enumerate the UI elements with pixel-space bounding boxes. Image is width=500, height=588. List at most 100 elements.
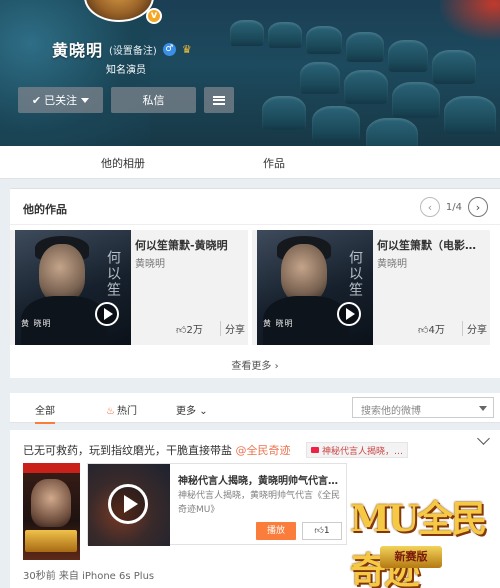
game-promo-logo[interactable]: MU全民奇迹 新赛版 — [340, 478, 500, 588]
filter-tab-hot-label: 热门 — [116, 406, 137, 417]
work-card[interactable]: 何以笙 黄 晓明 何以笙箫默-黄晓明 黄晓明 👍︎2万 分享 — [10, 230, 248, 345]
message-button-label: 私信 — [142, 94, 165, 107]
work-cover[interactable]: 何以笙 黄 晓明 — [257, 230, 373, 345]
post-source[interactable]: 30秒前 来自 iPhone 6s Plus — [23, 567, 154, 582]
work-cover[interactable]: 何以笙 黄 晓明 — [15, 230, 131, 345]
cover-text: 何以笙 — [347, 250, 363, 298]
profile-title: 知名演员 — [106, 65, 146, 76]
play-icon[interactable] — [108, 484, 148, 524]
thumbs-up-icon: 👍︎ — [314, 526, 324, 536]
profile-tabs: 他的相册 作品 — [0, 146, 500, 179]
profile-cover: v 黄晓明 (设置备注) ♂ ♛ 知名演员 ✔ 已关注 私信 — [0, 0, 500, 146]
more-menu-button[interactable] — [204, 87, 234, 113]
search-placeholder: 搜索他的微博 — [361, 406, 421, 417]
cover-text: 何以笙 — [105, 250, 121, 298]
chevron-right-icon: › — [475, 200, 481, 214]
thumbs-up-icon: 👍︎ — [418, 325, 429, 336]
play-icon[interactable] — [337, 302, 361, 326]
works-page-indicator: 1/4 — [445, 201, 462, 213]
video-like-count: 1 — [323, 526, 330, 536]
poster-figure — [31, 479, 71, 527]
play-icon[interactable] — [95, 302, 119, 326]
dropdown-arrow-icon[interactable] — [479, 406, 487, 411]
prev-page-button[interactable]: ‹ — [419, 197, 440, 217]
video-like-button[interactable]: 👍︎1 — [302, 522, 342, 540]
cover-seat — [344, 70, 388, 104]
profile-name: 黄晓明 — [52, 41, 104, 60]
cover-seat — [346, 32, 384, 62]
works-pager: ‹ 1/4 › — [419, 197, 488, 217]
video-topic-tag[interactable]: 神秘代言人揭晓，… — [306, 442, 409, 458]
cover-seat — [300, 62, 340, 94]
video-card-title[interactable]: 神秘代言人揭晓，黄晓明帅气代言… — [178, 472, 344, 487]
share-button[interactable]: 分享 — [220, 321, 245, 336]
work-author: 黄晓明 — [135, 259, 165, 270]
filter-tab-more-label: 更多 — [176, 406, 196, 417]
filter-tab-more[interactable]: 更多 ⌄ — [176, 402, 208, 417]
post-body: 已无可救药，玩到指纹磨光，干脆直接带盐 — [23, 444, 236, 457]
video-topic-label: 神秘代言人揭晓，… — [322, 446, 404, 457]
crown-icon[interactable]: ♛ — [182, 43, 192, 56]
video-thumbnail[interactable] — [88, 464, 170, 546]
promo-title: MU全民奇迹 — [350, 498, 487, 588]
like-button[interactable]: 👍︎4万 — [418, 321, 445, 336]
play-button[interactable]: 播放 — [256, 522, 296, 540]
weibo-search-input[interactable]: 搜索他的微博 — [352, 397, 494, 418]
fire-icon: ♨ — [106, 406, 115, 417]
filter-tab-all[interactable]: 全部 — [35, 402, 55, 424]
chevron-down-icon: ⌄ — [199, 406, 208, 417]
cover-seat — [262, 96, 306, 130]
work-title[interactable]: 何以笙箫默-黄晓明 — [135, 237, 245, 253]
like-button[interactable]: 👍︎2万 — [176, 321, 203, 336]
set-remark-link[interactable]: (设置备注) — [109, 42, 157, 57]
video-card[interactable]: 神秘代言人揭晓，黄晓明帅气代言… 神秘代言人揭晓，黄晓明帅气代言《全民奇迹MU》… — [87, 463, 347, 546]
mention-link[interactable]: @全民奇迹 — [236, 444, 291, 457]
tab-album[interactable]: 他的相册 — [101, 155, 145, 171]
male-icon: ♂ — [162, 42, 176, 56]
profile-name-row: 黄晓明 (设置备注) ♂ ♛ — [52, 37, 192, 61]
cover-seat — [230, 20, 264, 46]
promo-badge: 新赛版 — [380, 546, 442, 568]
cover-seat — [306, 26, 342, 54]
works-title: 他的作品 — [23, 203, 67, 216]
profile-actions: ✔ 已关注 私信 — [18, 87, 234, 113]
video-card-desc: 神秘代言人揭晓，黄晓明帅气代言《全民奇迹MU》 — [178, 491, 341, 515]
chevron-down-icon — [81, 97, 90, 103]
tab-works[interactable]: 作品 — [263, 155, 285, 171]
work-card[interactable]: 何以笙 黄 晓明 何以笙箫默（电影… 黄晓明 👍︎4万 分享 — [252, 230, 490, 345]
check-icon: ✔ — [31, 93, 42, 107]
work-title[interactable]: 何以笙箫默（电影… — [377, 237, 487, 253]
thumbs-up-icon: 👍︎ — [176, 325, 187, 336]
post-text: 已无可救药，玩到指纹磨光，干脆直接带盐 @全民奇迹 — [23, 442, 291, 458]
collapse-chevron-icon[interactable] — [477, 432, 490, 445]
cover-seat — [366, 118, 418, 146]
cover-seat — [432, 50, 476, 84]
share-button[interactable]: 分享 — [462, 321, 487, 336]
follow-button[interactable]: ✔ 已关注 — [18, 87, 103, 113]
cover-light — [440, 0, 500, 40]
filter-tab-hot[interactable]: ♨ 热门 — [106, 402, 137, 417]
cover-caption: 黄 晓明 — [21, 319, 52, 328]
view-more-link[interactable]: 查看更多 › — [10, 357, 500, 372]
works-panel: 他的作品 ‹ 1/4 › 何以笙 黄 晓明 何以笙箫默-黄晓明 黄晓明 👍︎2万… — [10, 188, 500, 378]
like-count: 2万 — [186, 325, 203, 336]
cover-seat — [268, 22, 302, 48]
work-author: 黄晓明 — [377, 259, 407, 270]
follow-button-label: 已关注 — [44, 94, 78, 107]
works-header: 他的作品 ‹ 1/4 › — [10, 189, 500, 225]
cover-figure — [281, 244, 327, 302]
like-count: 4万 — [428, 325, 445, 336]
message-button[interactable]: 私信 — [111, 87, 196, 113]
cover-caption: 黄 晓明 — [263, 319, 294, 328]
menu-icon — [213, 95, 225, 105]
post-image[interactable] — [23, 463, 80, 560]
next-page-button[interactable]: › — [468, 197, 488, 217]
verified-badge-icon: v — [146, 8, 162, 24]
cover-seat — [312, 106, 360, 142]
cover-figure — [39, 244, 85, 302]
video-icon — [311, 447, 319, 453]
weibo-post: 已无可救药，玩到指纹磨光，干脆直接带盐 @全民奇迹 神秘代言人揭晓，… 神秘代言… — [10, 430, 500, 588]
poster-logo — [25, 530, 77, 552]
feed-filter-bar: 全部 ♨ 热门 更多 ⌄ 搜索他的微博 — [10, 393, 500, 424]
poster-banner — [23, 463, 80, 473]
